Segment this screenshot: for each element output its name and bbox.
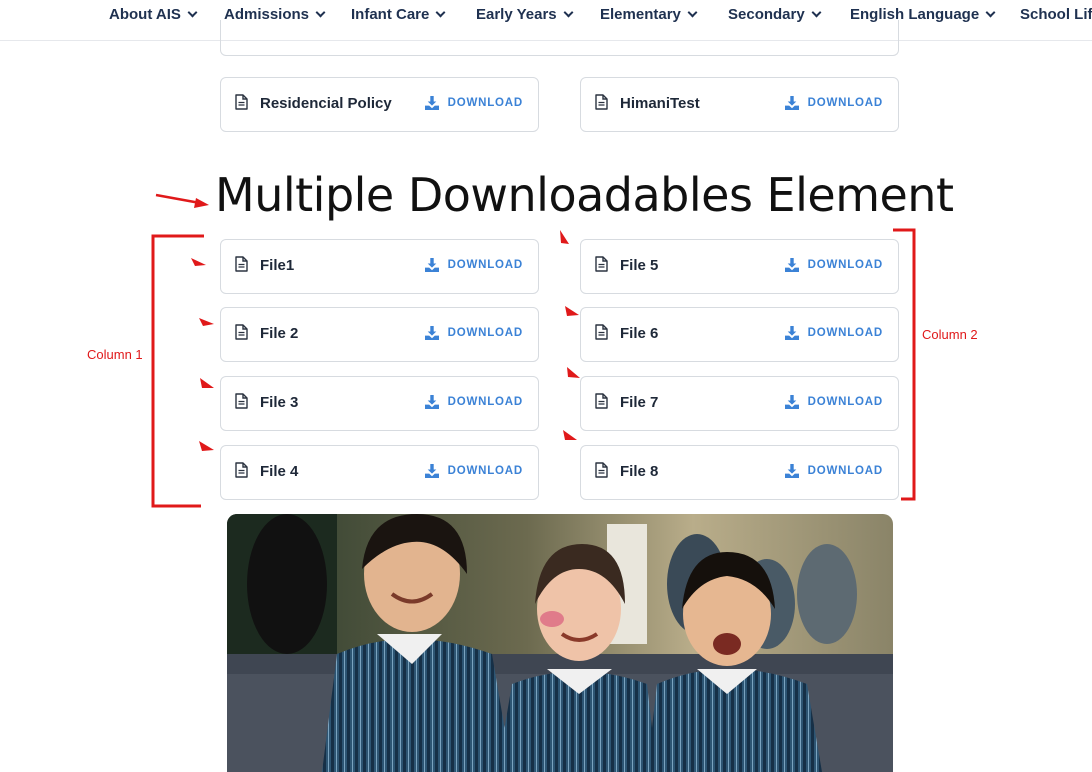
column-1-annotation: Column 1: [87, 347, 143, 362]
file-text-icon: [595, 94, 608, 110]
download-button[interactable]: DOWNLOAD: [424, 258, 523, 272]
download-label: DOWNLOAD: [807, 396, 883, 408]
download-label: DOWNLOAD: [807, 327, 883, 339]
download-button[interactable]: DOWNLOAD: [424, 326, 523, 340]
download-label: DOWNLOAD: [447, 97, 523, 109]
download-icon: [784, 96, 799, 110]
students-photo: [227, 514, 893, 772]
file-text-icon: [235, 462, 248, 478]
download-label: DOWNLOAD: [447, 396, 523, 408]
download-card: File 2 DOWNLOAD: [220, 307, 539, 362]
file-text-icon: [235, 324, 248, 340]
download-card: File 8 DOWNLOAD: [580, 445, 899, 500]
column-2-annotation: Column 2: [922, 327, 978, 342]
download-card: Residencial Policy DOWNLOAD: [220, 77, 539, 132]
chevron-down-icon: [187, 7, 198, 17]
download-card: HimaniTest DOWNLOAD: [580, 77, 899, 132]
download-card: File 6 DOWNLOAD: [580, 307, 899, 362]
nav-item-school-life[interactable]: School Life: [1020, 4, 1092, 24]
download-button[interactable]: DOWNLOAD: [784, 326, 883, 340]
download-button[interactable]: DOWNLOAD: [424, 395, 523, 409]
file-name: File 4: [260, 463, 299, 480]
download-card: File1 DOWNLOAD: [220, 239, 539, 294]
download-card: File 4 DOWNLOAD: [220, 445, 539, 500]
download-icon: [784, 326, 799, 340]
file-name: HimaniTest: [620, 95, 700, 112]
file-name: File 7: [620, 394, 659, 411]
download-button[interactable]: DOWNLOAD: [784, 96, 883, 110]
download-icon: [424, 326, 439, 340]
download-card: File 5 DOWNLOAD: [580, 239, 899, 294]
download-icon: [784, 464, 799, 478]
download-icon: [784, 395, 799, 409]
file-name: Residencial Policy: [260, 95, 392, 112]
file-text-icon: [595, 393, 608, 409]
download-icon: [424, 395, 439, 409]
chevron-down-icon: [985, 7, 996, 17]
section-title: Multiple Downloadables Element: [215, 168, 954, 222]
chevron-down-icon: [315, 7, 326, 17]
chevron-down-icon: [687, 7, 698, 17]
file-text-icon: [595, 256, 608, 272]
file-name: File 5: [620, 257, 659, 274]
students-photo-illustration: [227, 514, 893, 772]
chevron-down-icon: [811, 7, 822, 17]
download-card: File 3 DOWNLOAD: [220, 376, 539, 431]
file-text-icon: [235, 94, 248, 110]
file-text-icon: [595, 324, 608, 340]
download-label: DOWNLOAD: [447, 465, 523, 477]
file-text-icon: [235, 393, 248, 409]
download-label: DOWNLOAD: [807, 97, 883, 109]
file-text-icon: [235, 256, 248, 272]
chevron-down-icon: [563, 7, 574, 17]
file-name: File1: [260, 257, 295, 274]
download-label: DOWNLOAD: [447, 327, 523, 339]
nav-item-label: About AIS: [109, 5, 181, 23]
file-name: File 2: [260, 325, 299, 342]
file-name: File 6: [620, 325, 659, 342]
file-name: File 8: [620, 463, 659, 480]
file-text-icon: [595, 462, 608, 478]
download-icon: [424, 96, 439, 110]
download-button[interactable]: DOWNLOAD: [424, 96, 523, 110]
download-button[interactable]: DOWNLOAD: [784, 464, 883, 478]
downloads-card-partial: [220, 20, 899, 56]
download-label: DOWNLOAD: [807, 259, 883, 271]
download-label: DOWNLOAD: [447, 259, 523, 271]
nav-item-about-ais[interactable]: About AIS: [109, 4, 198, 24]
download-button[interactable]: DOWNLOAD: [424, 464, 523, 478]
download-label: DOWNLOAD: [807, 465, 883, 477]
download-button[interactable]: DOWNLOAD: [784, 395, 883, 409]
chevron-down-icon: [435, 7, 446, 17]
download-icon: [424, 464, 439, 478]
download-button[interactable]: DOWNLOAD: [784, 258, 883, 272]
download-card: File 7 DOWNLOAD: [580, 376, 899, 431]
download-icon: [424, 258, 439, 272]
nav-item-label: School Life: [1020, 5, 1092, 23]
file-name: File 3: [260, 394, 299, 411]
download-icon: [784, 258, 799, 272]
